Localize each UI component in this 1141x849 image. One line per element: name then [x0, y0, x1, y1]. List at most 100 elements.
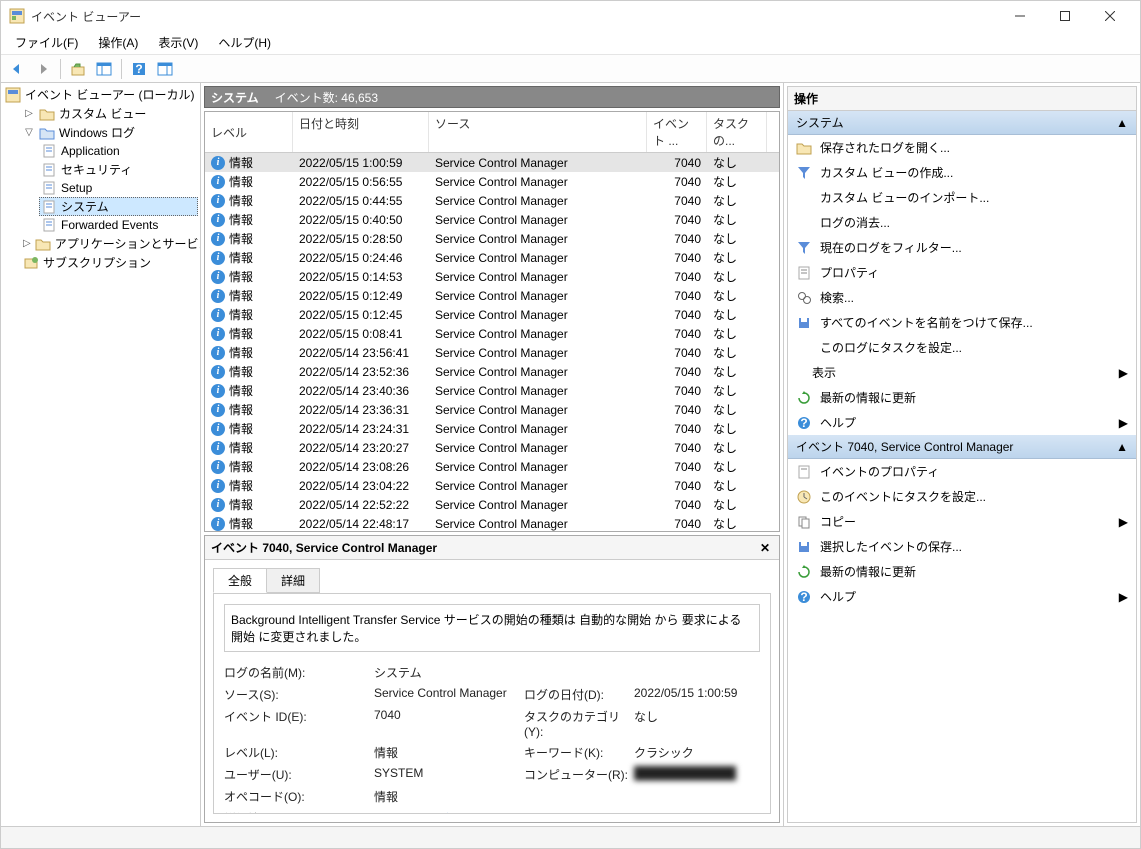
- tree-custom-views[interactable]: ▷ カスタム ビュー: [21, 104, 198, 123]
- action-section-event[interactable]: イベント 7040, Service Control Manager ▲: [788, 435, 1136, 459]
- info-icon: i: [211, 517, 225, 531]
- table-row[interactable]: i情報2022/05/14 23:20:27Service Control Ma…: [205, 438, 779, 457]
- table-row[interactable]: i情報2022/05/14 23:08:26Service Control Ma…: [205, 457, 779, 476]
- action-help[interactable]: ?ヘルプ▶: [788, 410, 1136, 435]
- svg-text:?: ?: [800, 416, 807, 430]
- section-label: イベント 7040, Service Control Manager: [796, 438, 1013, 455]
- info-icon: i: [211, 289, 225, 303]
- close-button[interactable]: [1087, 2, 1132, 30]
- info-icon: i: [211, 194, 225, 208]
- folder-icon: [39, 106, 55, 122]
- collapse-icon[interactable]: ▲: [1116, 440, 1128, 454]
- forward-button[interactable]: [31, 58, 55, 80]
- action-clear-log[interactable]: ログの消去...: [788, 210, 1136, 235]
- action-attach-task[interactable]: このログにタスクを設定...: [788, 335, 1136, 360]
- col-level[interactable]: レベル: [205, 112, 293, 152]
- event-grid[interactable]: レベル 日付と時刻 ソース イベント ... タスクの... i情報2022/0…: [204, 111, 780, 532]
- tab-general[interactable]: 全般: [213, 568, 267, 593]
- col-source[interactable]: ソース: [429, 112, 647, 152]
- tree-security[interactable]: セキュリティ: [39, 160, 198, 179]
- table-row[interactable]: i情報2022/05/15 0:44:55Service Control Man…: [205, 191, 779, 210]
- table-row[interactable]: i情報2022/05/15 0:12:45Service Control Man…: [205, 305, 779, 324]
- table-row[interactable]: i情報2022/05/14 23:04:22Service Control Ma…: [205, 476, 779, 495]
- menu-view[interactable]: 表示(V): [148, 32, 208, 53]
- detail-body: Background Intelligent Transfer Service …: [213, 593, 771, 814]
- table-row[interactable]: i情報2022/05/15 0:12:49Service Control Man…: [205, 286, 779, 305]
- back-button[interactable]: [5, 58, 29, 80]
- submenu-arrow-icon: ▶: [1119, 416, 1128, 430]
- action-save-all[interactable]: すべてのイベントを名前をつけて保存...: [788, 310, 1136, 335]
- menu-file[interactable]: ファイル(F): [5, 32, 88, 53]
- expander-icon[interactable]: ▷: [23, 108, 35, 120]
- action-search[interactable]: 検索...: [788, 285, 1136, 310]
- table-row[interactable]: i情報2022/05/14 23:52:36Service Control Ma…: [205, 362, 779, 381]
- table-row[interactable]: i情報2022/05/15 0:14:53Service Control Man…: [205, 267, 779, 286]
- tree-app-services[interactable]: ▷ アプリケーションとサービス ログ: [21, 234, 198, 253]
- action-help2[interactable]: ?ヘルプ▶: [788, 584, 1136, 609]
- tree-system[interactable]: システム: [39, 197, 198, 216]
- tree-label: アプリケーションとサービス ログ: [55, 235, 201, 252]
- action-properties[interactable]: プロパティ: [788, 260, 1136, 285]
- col-task[interactable]: タスクの...: [707, 112, 767, 152]
- maximize-button[interactable]: [1042, 2, 1087, 30]
- action-open-saved[interactable]: 保存されたログを開く...: [788, 135, 1136, 160]
- table-row[interactable]: i情報2022/05/14 23:56:41Service Control Ma…: [205, 343, 779, 362]
- minimize-button[interactable]: [997, 2, 1042, 30]
- action-attach-task-event[interactable]: このイベントにタスクを設定...: [788, 484, 1136, 509]
- value-taskcat: なし: [634, 708, 760, 739]
- tree-pane[interactable]: イベント ビューアー (ローカル) ▷ カスタム ビュー ▽ Windows ロ…: [1, 83, 201, 826]
- action-event-props[interactable]: イベントのプロパティ: [788, 459, 1136, 484]
- table-row[interactable]: i情報2022/05/15 0:24:46Service Control Man…: [205, 248, 779, 267]
- table-row[interactable]: i情報2022/05/15 0:40:50Service Control Man…: [205, 210, 779, 229]
- link-eventlog-help[interactable]: イベント ログのヘルプ: [374, 812, 497, 814]
- action-create-custom[interactable]: カスタム ビューの作成...: [788, 160, 1136, 185]
- action-filter[interactable]: 現在のログをフィルター...: [788, 235, 1136, 260]
- info-icon: i: [211, 308, 225, 322]
- tree-forwarded[interactable]: Forwarded Events: [39, 216, 198, 234]
- info-icon: i: [211, 365, 225, 379]
- tree-root[interactable]: イベント ビューアー (ローカル): [3, 85, 198, 104]
- col-date[interactable]: 日付と時刻: [293, 112, 429, 152]
- help-button[interactable]: ?: [127, 58, 151, 80]
- log-icon: [41, 180, 57, 196]
- up-button[interactable]: [66, 58, 90, 80]
- action-view[interactable]: 表示▶: [788, 360, 1136, 385]
- table-row[interactable]: i情報2022/05/15 1:00:59Service Control Man…: [205, 153, 779, 172]
- expander-icon[interactable]: ▽: [23, 127, 35, 139]
- tree-label: Application: [61, 144, 120, 158]
- table-row[interactable]: i情報2022/05/15 0:28:50Service Control Man…: [205, 229, 779, 248]
- action-refresh[interactable]: 最新の情報に更新: [788, 385, 1136, 410]
- tree-windows-logs[interactable]: ▽ Windows ログ: [21, 123, 198, 142]
- tab-detail[interactable]: 詳細: [266, 568, 320, 593]
- log-icon: [41, 199, 57, 215]
- show-hide-tree-button[interactable]: [92, 58, 116, 80]
- label-taskcat: タスクのカテゴリ(Y):: [524, 708, 634, 739]
- table-row[interactable]: i情報2022/05/14 23:40:36Service Control Ma…: [205, 381, 779, 400]
- info-icon: i: [211, 232, 225, 246]
- label-user: ユーザー(U):: [224, 766, 374, 783]
- action-copy[interactable]: コピー▶: [788, 509, 1136, 534]
- table-row[interactable]: i情報2022/05/14 23:36:31Service Control Ma…: [205, 400, 779, 419]
- label-keywords: キーワード(K):: [524, 744, 634, 761]
- table-row[interactable]: i情報2022/05/14 22:48:17Service Control Ma…: [205, 514, 779, 532]
- label-source: ソース(S):: [224, 686, 374, 703]
- section-label: システム: [796, 114, 844, 131]
- tree-application[interactable]: Application: [39, 142, 198, 160]
- menu-help[interactable]: ヘルプ(H): [208, 32, 281, 53]
- collapse-icon[interactable]: ▲: [1116, 116, 1128, 130]
- table-row[interactable]: i情報2022/05/15 0:56:55Service Control Man…: [205, 172, 779, 191]
- expander-icon[interactable]: ▷: [23, 238, 31, 250]
- table-row[interactable]: i情報2022/05/14 22:52:22Service Control Ma…: [205, 495, 779, 514]
- action-save-selected[interactable]: 選択したイベントの保存...: [788, 534, 1136, 559]
- table-row[interactable]: i情報2022/05/14 23:24:31Service Control Ma…: [205, 419, 779, 438]
- action-section-system[interactable]: システム ▲: [788, 111, 1136, 135]
- detail-close-button[interactable]: ✕: [757, 540, 773, 556]
- col-id[interactable]: イベント ...: [647, 112, 707, 152]
- table-row[interactable]: i情報2022/05/15 0:08:41Service Control Man…: [205, 324, 779, 343]
- show-hide-actions-button[interactable]: [153, 58, 177, 80]
- action-refresh2[interactable]: 最新の情報に更新: [788, 559, 1136, 584]
- tree-subscriptions[interactable]: サブスクリプション: [21, 253, 198, 272]
- action-import-custom[interactable]: カスタム ビューのインポート...: [788, 185, 1136, 210]
- tree-setup[interactable]: Setup: [39, 179, 198, 197]
- menu-action[interactable]: 操作(A): [88, 32, 148, 53]
